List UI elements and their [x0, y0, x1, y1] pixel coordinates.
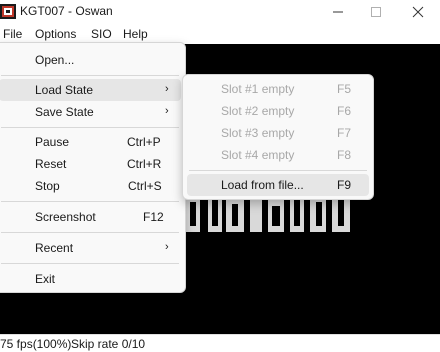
close-button[interactable] — [404, 2, 432, 22]
menu-sio[interactable]: SIO — [91, 27, 112, 41]
minimize-button[interactable] — [324, 2, 352, 22]
menu-file[interactable]: File — [3, 27, 22, 41]
chevron-right-icon: › — [165, 105, 169, 117]
menu-separator — [1, 201, 179, 202]
maximize-icon — [371, 7, 381, 17]
app-icon — [0, 4, 16, 19]
menu-item-save-state[interactable]: Save State › — [0, 101, 181, 123]
menu-item-exit[interactable]: Exit — [0, 268, 181, 290]
game-logo-graphic — [186, 194, 350, 232]
fps-readout: 75 fps(100%) — [0, 337, 72, 351]
submenu-item-slot-4[interactable]: Slot #4 empty F8 — [187, 144, 369, 166]
chevron-right-icon: › — [165, 83, 169, 95]
menu-item-load-state[interactable]: Load State › — [0, 79, 181, 101]
submenu-item-slot-2[interactable]: Slot #2 empty F6 — [187, 100, 369, 122]
file-menu: Open... Load State › Save State › Pause … — [0, 42, 186, 293]
title-bar: KGT007 - Oswan — [0, 0, 440, 24]
skip-rate-readout: Skip rate 0/10 — [71, 337, 146, 351]
menu-separator — [1, 263, 179, 264]
menu-item-stop[interactable]: Stop Ctrl+S — [0, 175, 181, 197]
menu-item-reset[interactable]: Reset Ctrl+R — [0, 153, 181, 175]
menu-item-pause[interactable]: Pause Ctrl+P — [0, 131, 181, 153]
chevron-right-icon: › — [165, 241, 169, 253]
menu-item-open[interactable]: Open... — [0, 49, 181, 71]
menu-options[interactable]: Options — [35, 27, 76, 41]
maximize-button[interactable] — [362, 2, 390, 22]
menu-separator — [1, 75, 179, 76]
submenu-item-load-from-file[interactable]: Load from file... F9 — [187, 174, 369, 196]
menu-item-screenshot[interactable]: Screenshot F12 — [0, 206, 181, 228]
minimize-icon — [333, 11, 343, 13]
menu-help[interactable]: Help — [123, 27, 148, 41]
menu-separator — [1, 127, 179, 128]
window-title: KGT007 - Oswan — [20, 4, 113, 18]
status-bar: 75 fps(100%) Skip rate 0/10 — [0, 334, 440, 352]
menu-separator — [189, 170, 367, 171]
submenu-item-slot-1[interactable]: Slot #1 empty F5 — [187, 78, 369, 100]
menu-item-recent[interactable]: Recent › — [0, 237, 181, 259]
menu-separator — [1, 232, 179, 233]
load-state-submenu: Slot #1 empty F5 Slot #2 empty F6 Slot #… — [182, 74, 374, 200]
close-icon — [412, 6, 424, 18]
submenu-item-slot-3[interactable]: Slot #3 empty F7 — [187, 122, 369, 144]
menu-bar: File Options SIO Help — [0, 24, 440, 44]
